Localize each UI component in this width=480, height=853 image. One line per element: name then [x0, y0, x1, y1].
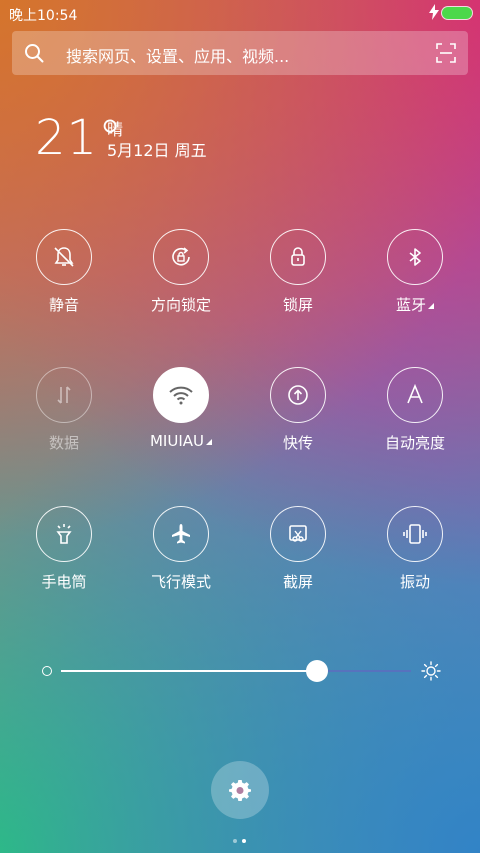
page-dot-active: [242, 839, 246, 843]
toggle-vibrate[interactable]: 振动: [365, 506, 465, 592]
toggle-airplane[interactable]: 飞行模式: [131, 506, 231, 592]
toggle-rotation-lock[interactable]: 方向锁定: [131, 229, 231, 315]
brightness-track[interactable]: [61, 670, 411, 672]
sun-icon: [421, 661, 441, 681]
settings-button[interactable]: [211, 761, 269, 819]
toggle-label: 方向锁定: [150, 296, 211, 314]
toggle-screenshot[interactable]: 截屏: [248, 506, 348, 592]
toggle-flashlight[interactable]: 手电筒: [14, 506, 114, 592]
toggle-bluetooth[interactable]: 蓝牙: [365, 229, 465, 315]
toggle-wifi[interactable]: MIUIAU: [131, 367, 231, 450]
bluetooth-icon[interactable]: [387, 229, 443, 285]
brightness-low-icon: [42, 666, 52, 676]
status-time: 晚上10:54: [9, 8, 78, 24]
search-placeholder[interactable]: 搜索网页、设置、应用、视频...: [66, 43, 289, 67]
airplane-icon[interactable]: [153, 506, 209, 562]
toggle-label: 快传: [282, 434, 313, 452]
brightness-fill: [61, 670, 317, 672]
expand-triangle-icon: [428, 303, 434, 309]
bell-muted-icon[interactable]: [36, 229, 92, 285]
rotation-lock-icon[interactable]: [153, 229, 209, 285]
search-icon: [25, 44, 44, 63]
toggle-mute[interactable]: 静音: [14, 229, 114, 315]
toggle-data[interactable]: 数据: [14, 367, 114, 453]
toggle-label: 静音: [48, 296, 79, 314]
data-icon[interactable]: [36, 367, 92, 423]
status-bar: 晚上10:54: [0, 0, 480, 28]
toggle-label: 锁屏: [282, 296, 313, 314]
battery-icon: [442, 7, 472, 19]
toggle-label: 自动亮度: [384, 434, 445, 452]
auto-brightness-icon[interactable]: [387, 367, 443, 423]
wifi-icon[interactable]: [153, 367, 209, 423]
lock-icon[interactable]: [270, 229, 326, 285]
expand-triangle-icon: [206, 439, 212, 445]
toggle-auto-brightness[interactable]: 自动亮度: [365, 367, 465, 453]
lightning-icon: [428, 4, 440, 24]
brightness-thumb[interactable]: [305, 660, 328, 682]
toggle-lock-screen[interactable]: 锁屏: [248, 229, 348, 315]
scan-icon[interactable]: [436, 43, 456, 63]
toggle-label: 飞行模式: [150, 573, 211, 591]
toggle-label: 振动: [399, 573, 430, 591]
search-bar[interactable]: 搜索网页、设置、应用、视频...: [12, 31, 468, 75]
page-indicator: [233, 828, 251, 847]
screenshot-icon[interactable]: [270, 506, 326, 562]
brightness-slider[interactable]: [42, 660, 442, 682]
toggle-label: 截屏: [282, 573, 313, 591]
vibrate-icon[interactable]: [387, 506, 443, 562]
weather-date: 5月12日 周五: [107, 141, 207, 160]
toggle-label: 数据: [48, 434, 79, 452]
flashlight-icon[interactable]: [36, 506, 92, 562]
gear-icon: [229, 780, 251, 801]
toggle-quick-transfer[interactable]: 快传: [248, 367, 348, 453]
upload-icon[interactable]: [270, 367, 326, 423]
toggle-label: MIUIAU: [131, 432, 231, 450]
toggle-label: 手电筒: [41, 573, 87, 591]
toggle-label: 蓝牙: [365, 294, 465, 315]
page-dot: [233, 839, 237, 843]
